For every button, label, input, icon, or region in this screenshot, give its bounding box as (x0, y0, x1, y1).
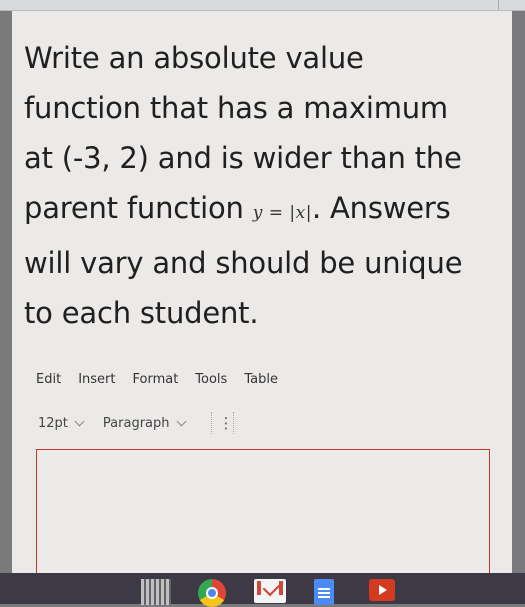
question-line-5: will vary and should be unique (24, 246, 463, 280)
top-strip (0, 0, 525, 11)
editor-menubar: Edit Insert Format Tools Table (36, 372, 295, 387)
menu-insert[interactable]: Insert (78, 372, 115, 387)
chevron-down-icon (176, 416, 186, 426)
font-size-dropdown[interactable]: 12pt (38, 415, 85, 431)
menu-table[interactable]: Table (244, 372, 278, 387)
question-line-4: parent function y = |x|. Answers (24, 183, 484, 238)
question-line-2: function that has a maximum (24, 91, 448, 125)
menu-format[interactable]: Format (132, 372, 178, 387)
question-line-4-end: . Answers (311, 191, 451, 225)
qr-code-app-icon[interactable] (141, 579, 171, 605)
block-format-value: Paragraph (102, 415, 170, 431)
chevron-down-icon (74, 416, 85, 426)
block-format-dropdown[interactable]: Paragraph (102, 415, 186, 431)
more-options-icon[interactable]: ⋮ (219, 415, 234, 431)
gmail-icon[interactable] (254, 579, 286, 603)
google-docs-icon[interactable] (314, 579, 334, 605)
top-strip-divider (498, 0, 499, 10)
toolbar-divider (210, 412, 213, 434)
question-line-4-text: parent function (24, 191, 244, 225)
answer-text-area[interactable] (36, 449, 490, 575)
editor-toolbar: 12pt Paragraph ⋮ (38, 412, 241, 434)
youtube-icon[interactable] (369, 579, 395, 601)
taskbar (0, 573, 525, 607)
question-line-6: to each student. (24, 296, 259, 330)
question-line-3: at (-3, 2) and is wider than the (24, 141, 462, 175)
menu-tools[interactable]: Tools (195, 372, 227, 387)
font-size-value: 12pt (38, 415, 68, 431)
toolbar-divider (232, 412, 235, 434)
chrome-icon[interactable] (198, 579, 226, 607)
menu-edit[interactable]: Edit (36, 372, 61, 387)
question-line-1: Write an absolute value (24, 41, 364, 75)
question-text: Write an absolute value function that ha… (24, 33, 484, 338)
parent-function-equation: y = |x| (252, 203, 312, 223)
